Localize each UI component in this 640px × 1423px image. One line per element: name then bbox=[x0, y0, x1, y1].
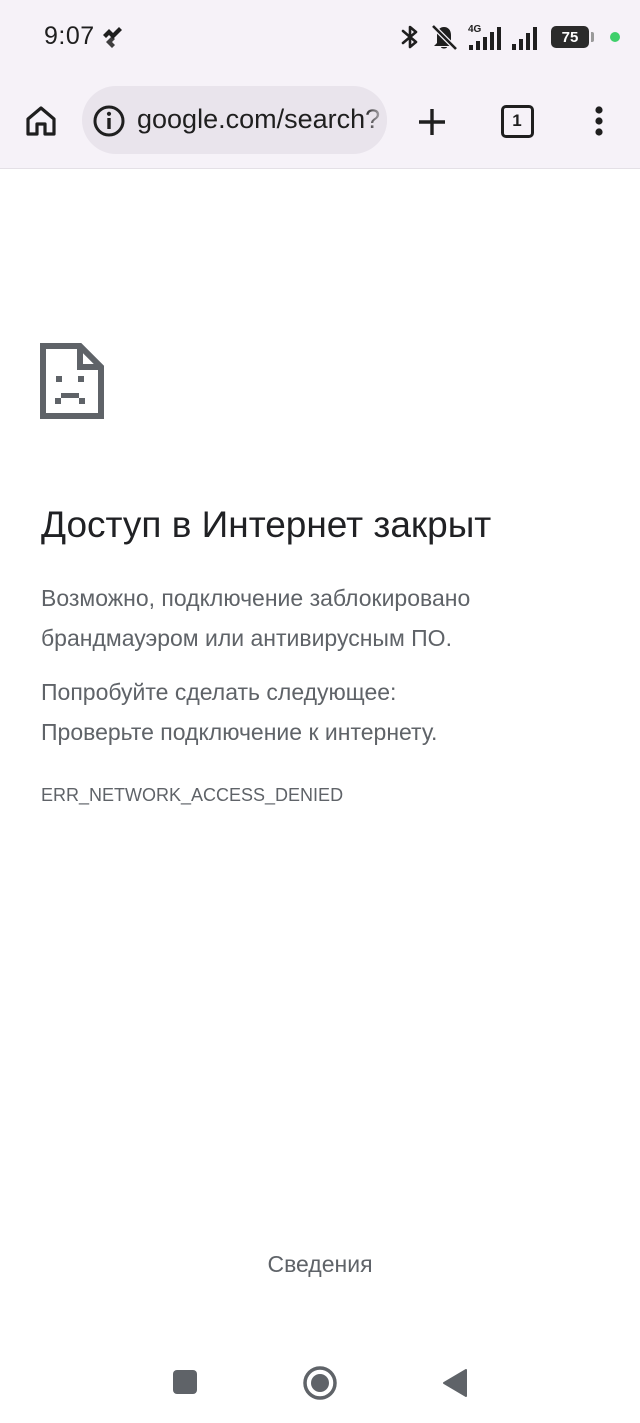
browser-toolbar: google.com/search? 1 bbox=[0, 76, 640, 168]
home-circle-icon bbox=[303, 1366, 337, 1400]
battery-tip bbox=[591, 32, 594, 42]
signal-4g-icon: 4G bbox=[468, 24, 501, 50]
info-icon[interactable] bbox=[92, 104, 126, 138]
tab-count: 1 bbox=[512, 111, 522, 130]
status-time: 9:07 bbox=[44, 22, 95, 50]
suggestion-item: Проверьте подключение к интернету. bbox=[41, 719, 438, 745]
sad-document-icon bbox=[40, 343, 104, 419]
tab-switcher-icon: 1 bbox=[500, 104, 534, 138]
system-home-button[interactable] bbox=[298, 1361, 342, 1405]
home-icon bbox=[26, 106, 56, 136]
recents-square-icon bbox=[173, 1370, 197, 1394]
notifications-muted-icon bbox=[431, 24, 458, 51]
status-icons: 4G 75 bbox=[399, 20, 620, 54]
signal-icon bbox=[512, 27, 537, 50]
system-navigation-bar bbox=[0, 1343, 640, 1423]
error-description: Возможно, подключение заблокировано бран… bbox=[41, 585, 471, 651]
more-menu-button[interactable] bbox=[582, 98, 616, 144]
plus-icon bbox=[419, 109, 445, 135]
address-bar[interactable]: google.com/search? bbox=[82, 86, 387, 154]
error-title: Доступ в Интернет закрыт bbox=[41, 504, 492, 545]
details-button[interactable]: Сведения bbox=[240, 1240, 400, 1288]
back-triangle-icon bbox=[443, 1369, 467, 1397]
error-code: ERR_NETWORK_ACCESS_DENIED bbox=[41, 785, 344, 805]
battery-level: 75 bbox=[561, 28, 579, 46]
app-notification-icon bbox=[103, 27, 122, 48]
browser-top-area: 9:07 4G 75 google.com/search? 1 bbox=[0, 0, 640, 169]
home-button[interactable] bbox=[18, 98, 64, 144]
tab-switcher-button[interactable]: 1 bbox=[494, 98, 540, 144]
new-tab-button[interactable] bbox=[408, 98, 456, 146]
recents-button[interactable] bbox=[164, 1361, 206, 1403]
url-fade bbox=[365, 86, 387, 154]
url-text[interactable]: google.com/search? bbox=[137, 104, 380, 135]
screen: 9:07 4G 75 google.com/search? 1 Доступ в… bbox=[0, 0, 640, 1423]
bluetooth-icon bbox=[401, 25, 418, 49]
status-bar: 9:07 4G 75 bbox=[0, 0, 640, 76]
more-vert-icon bbox=[595, 106, 603, 136]
back-button[interactable] bbox=[434, 1361, 476, 1405]
battery-icon: 75 bbox=[551, 26, 589, 48]
privacy-indicator-dot bbox=[610, 32, 620, 42]
network-type-label: 4G bbox=[468, 24, 482, 35]
suggestions-heading: Попробуйте сделать следующее: bbox=[41, 679, 397, 705]
